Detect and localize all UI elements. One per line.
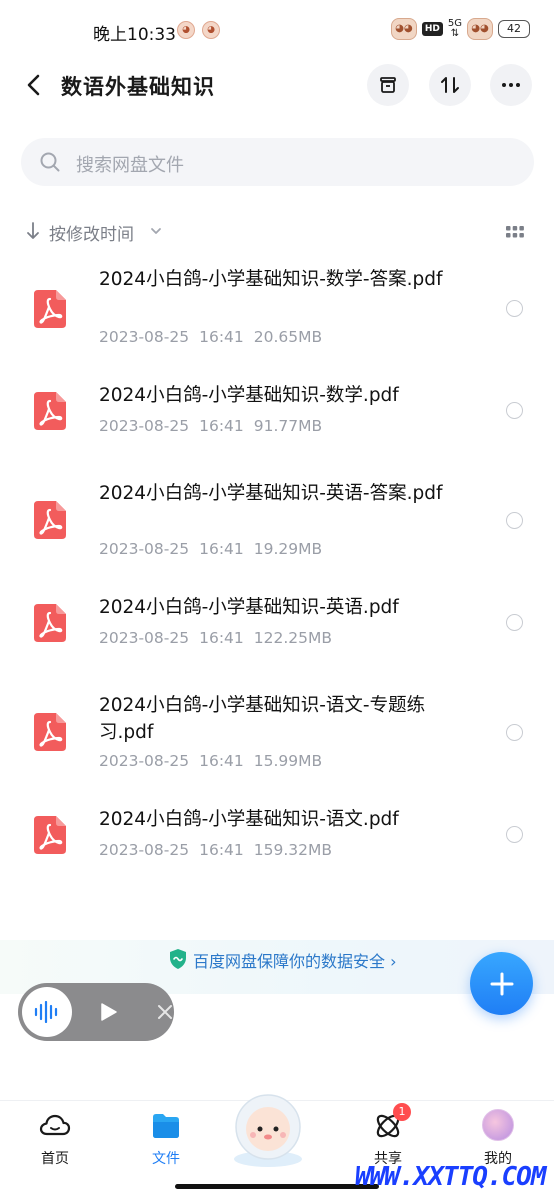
status-time: 晚上10:33 <box>93 25 176 45</box>
sort-row: 按修改时间 <box>0 214 554 248</box>
sort-icon <box>441 77 459 93</box>
file-meta: 2023-08-25 16:41 19.29MB <box>99 540 332 558</box>
notification-icon: ◕ <box>202 21 220 39</box>
file-name: 2024小白鸽-小学基础知识-语文.pdf <box>99 809 399 830</box>
select-radio[interactable] <box>506 402 523 419</box>
file-meta: 2023-08-25 16:41 15.99MB <box>99 752 332 770</box>
file-date: 2023-08-25 <box>99 540 190 558</box>
file-list-item[interactable]: 2024小白鸽-小学基础知识-数学-答案.pdf 2023-08-25 16:41… <box>0 262 554 357</box>
battery-indicator: 42 <box>498 20 530 38</box>
pdf-file-icon <box>34 290 66 328</box>
sort-mode-label[interactable]: 按修改时间 <box>49 220 134 245</box>
pet-icon: ◕◕ <box>390 18 417 40</box>
file-size: 15.99MB <box>253 752 323 770</box>
avatar <box>482 1109 514 1141</box>
home-indicator <box>175 1184 379 1189</box>
file-date: 2023-08-25 <box>99 629 190 647</box>
back-icon[interactable] <box>20 70 50 100</box>
pdf-file-icon <box>34 392 66 430</box>
select-radio[interactable] <box>506 512 523 529</box>
arrow-down-icon[interactable] <box>24 221 42 241</box>
close-icon[interactable] <box>157 1004 173 1020</box>
file-list-item[interactable]: 2024小白鸽-小学基础知识-英语-答案.pdf 2023-08-25 16:41… <box>0 476 554 571</box>
file-name: 2024小白鸽-小学基础知识-语文-专题练习.pdf <box>99 695 426 743</box>
more-button[interactable] <box>490 64 532 106</box>
file-date: 2023-08-25 <box>99 328 190 346</box>
file-meta: 2023-08-25 16:41 159.32MB <box>99 841 342 859</box>
play-icon[interactable] <box>98 1002 118 1022</box>
file-time: 16:41 <box>199 328 244 346</box>
nav-item-files[interactable]: 文件 <box>126 1109 206 1169</box>
nav-label: 首页 <box>41 1151 69 1167</box>
voice-player[interactable] <box>18 983 174 1041</box>
file-date: 2023-08-25 <box>99 841 190 859</box>
file-meta: 2023-08-25 16:41 20.65MB <box>99 328 332 346</box>
pdf-file-icon <box>34 604 66 642</box>
notification-badge: 1 <box>393 1103 411 1121</box>
grid-view-icon[interactable] <box>505 224 525 240</box>
voice-wave-button[interactable] <box>22 987 72 1037</box>
audio-wave-icon <box>34 1001 58 1023</box>
file-list-item[interactable]: 2024小白鸽-小学基础知识-英语.pdf 2023-08-25 16:41 122… <box>0 594 554 660</box>
header: 数语外基础知识 <box>0 62 554 108</box>
file-date: 2023-08-25 <box>99 752 190 770</box>
shield-icon <box>170 949 186 969</box>
select-radio[interactable] <box>506 826 523 843</box>
file-time: 16:41 <box>199 629 244 647</box>
more-icon <box>502 83 520 87</box>
select-radio[interactable] <box>506 300 523 317</box>
hd-badge: HD <box>421 22 443 36</box>
network-indicator: 5G ⇅ <box>447 18 462 39</box>
pdf-file-icon <box>34 816 66 854</box>
file-meta: 2023-08-25 16:41 91.77MB <box>99 417 332 435</box>
add-button[interactable] <box>470 952 533 1015</box>
status-indicators: ◕◕ HD 5G ⇅ ◕◕ 42 <box>390 18 530 40</box>
select-radio[interactable] <box>506 614 523 631</box>
file-time: 16:41 <box>199 752 244 770</box>
select-radio[interactable] <box>506 724 523 741</box>
archive-button[interactable] <box>367 64 409 106</box>
watermark: WWW.XXTTQ.COM <box>355 1162 546 1192</box>
status-bar: 晚上10:33 ◕ ◕ ◕◕ HD 5G ⇅ ◕◕ 42 <box>0 0 554 62</box>
file-size: 122.25MB <box>253 629 333 647</box>
security-banner-text: 百度网盘保障你的数据安全 › <box>193 952 397 971</box>
pet-icon: ◕◕ <box>467 18 493 40</box>
page-title: 数语外基础知识 <box>61 75 215 99</box>
file-size: 20.65MB <box>253 328 323 346</box>
file-date: 2023-08-25 <box>99 417 190 435</box>
file-meta: 2023-08-25 16:41 122.25MB <box>99 629 342 647</box>
file-list-item[interactable]: 2024小白鸽-小学基础知识-数学.pdf 2023-08-25 16:41 91.… <box>0 382 554 448</box>
file-name: 2024小白鸽-小学基础知识-英语-答案.pdf <box>99 483 443 504</box>
file-name: 2024小白鸽-小学基础知识-数学-答案.pdf <box>99 269 443 290</box>
chevron-down-icon[interactable] <box>149 225 163 237</box>
search-icon <box>40 152 60 172</box>
pdf-file-icon <box>34 501 66 539</box>
file-time: 16:41 <box>199 841 244 859</box>
search-input[interactable]: 搜索网盘文件 <box>21 138 534 186</box>
file-name: 2024小白鸽-小学基础知识-数学.pdf <box>99 385 399 406</box>
file-name: 2024小白鸽-小学基础知识-英语.pdf <box>99 597 399 618</box>
file-size: 91.77MB <box>253 417 323 435</box>
nav-label: 文件 <box>152 1151 180 1167</box>
cloud-home-icon <box>39 1114 71 1136</box>
mascot-icon[interactable] <box>222 1089 314 1167</box>
file-size: 19.29MB <box>253 540 323 558</box>
search-placeholder: 搜索网盘文件 <box>76 155 184 176</box>
network-label: 5G <box>447 18 462 29</box>
nav-item-share[interactable]: 1 共享 <box>348 1103 428 1169</box>
pdf-file-icon <box>34 713 66 751</box>
file-list-item[interactable]: 2024小白鸽-小学基础知识-语文.pdf 2023-08-25 16:41 159… <box>0 806 554 872</box>
file-time: 16:41 <box>199 540 244 558</box>
file-size: 159.32MB <box>253 841 333 859</box>
sort-button[interactable] <box>429 64 471 106</box>
plus-icon <box>490 972 513 995</box>
notification-icon: ◕ <box>177 21 195 39</box>
nav-item-profile[interactable]: 我的 <box>458 1109 538 1169</box>
file-list-item[interactable]: 2024小白鸽-小学基础知识-语文-专题练习.pdf 2023-08-25 16:… <box>0 688 554 783</box>
folder-icon <box>153 1114 179 1138</box>
nav-item-home[interactable]: 首页 <box>15 1109 95 1169</box>
archive-icon <box>380 77 396 93</box>
file-time: 16:41 <box>199 417 244 435</box>
